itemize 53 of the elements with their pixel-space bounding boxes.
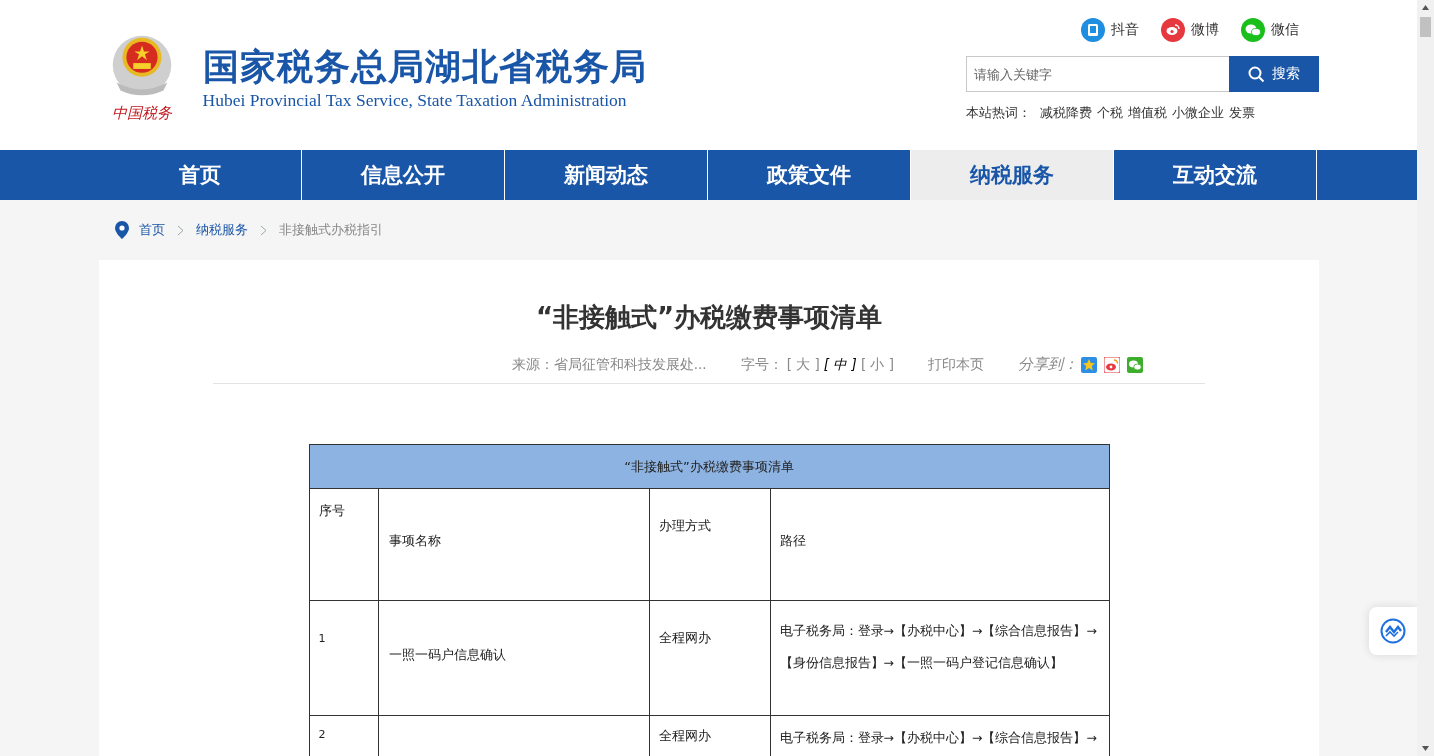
social-link[interactable]: 微信 [1240,18,1299,42]
hot-word-link[interactable]: 减税降费 [1039,104,1092,122]
table-cell: 电子税务局：登录→【办税中心】→【综合信息报告】→ 【身份信息报告】→【一照一码户登记信息确认】 [770,600,1109,716]
breadcrumb-link[interactable]: 纳税服务 [196,221,248,239]
site-title: 国家税务总局湖北省税务局 [202,46,647,88]
nav-tab[interactable]: 互动交流 [1113,150,1317,200]
column-header: 办理方式 [649,488,770,601]
font-size-option[interactable]: [ 小 ] [860,355,894,374]
social-link[interactable]: 抖音 [1080,18,1139,42]
search-icon [1247,65,1265,83]
nav-tab[interactable]: 新闻动态 [504,150,708,200]
weibo-share-icon[interactable] [1104,356,1120,373]
assistant-button[interactable] [1369,607,1417,655]
search-button[interactable]: 搜索 [1228,56,1319,92]
article-title: “非接触式”办税缴费事项清单 [534,301,884,334]
breadcrumb-link[interactable]: 首页 [139,221,165,239]
location-pin-icon [115,221,129,239]
table-cell: 一照一码户信息确认 [378,600,649,716]
wechat-icon [1240,18,1265,42]
column-header: 路径 [770,488,1109,601]
nav-tab[interactable]: 首页 [98,150,302,200]
table-caption: “非接触式”办税缴费事项清单 [309,444,1109,489]
table-cell: 1 [309,600,378,716]
table-cell: 2 [309,715,378,756]
article-source: 来源：省局征管和科技发展处... [511,355,707,374]
search-field[interactable]: 请输入关键字 [965,56,1229,92]
star-share-icon[interactable] [1081,356,1097,373]
scrollbar[interactable] [1417,0,1434,756]
share-label: 分享到： [1018,355,1078,374]
hot-word-link[interactable]: 增值税 [1127,104,1167,122]
chevron-icon [260,224,267,236]
print-link[interactable]: 打印本页 [928,355,984,374]
site-subtitle: Hubei Provincial Tax Service, State Taxation Administration [202,90,628,111]
hot-word-link[interactable]: 个税 [1096,104,1123,122]
tablet-icon [1080,18,1105,42]
hot-word-link[interactable]: 小微企业 [1171,104,1224,122]
wechat-share-icon[interactable] [1127,356,1143,373]
nav-tab[interactable]: 政策文件 [707,150,911,200]
chevron-icon [177,224,184,236]
font-size-option[interactable]: [ 大 ] [786,355,820,374]
nav-tab[interactable]: 信息公开 [301,150,505,200]
wave-circle-icon [1380,618,1406,644]
column-header: 事项名称 [378,488,649,601]
font-size-option[interactable]: [ 中 ] [823,355,857,374]
logo-caption: 中国税务 [111,104,172,123]
nav-tab[interactable]: 纳税服务 [910,150,1114,200]
table-cell: 全程网办 [649,600,770,716]
weibo-icon [1160,18,1185,42]
font-size-label: 字号： [740,355,783,374]
hot-words-label: 本站热词： [965,104,1031,122]
social-link[interactable]: 微博 [1160,18,1219,42]
column-header: 序号 [309,488,378,601]
hot-word-link[interactable]: 发票 [1228,104,1255,122]
